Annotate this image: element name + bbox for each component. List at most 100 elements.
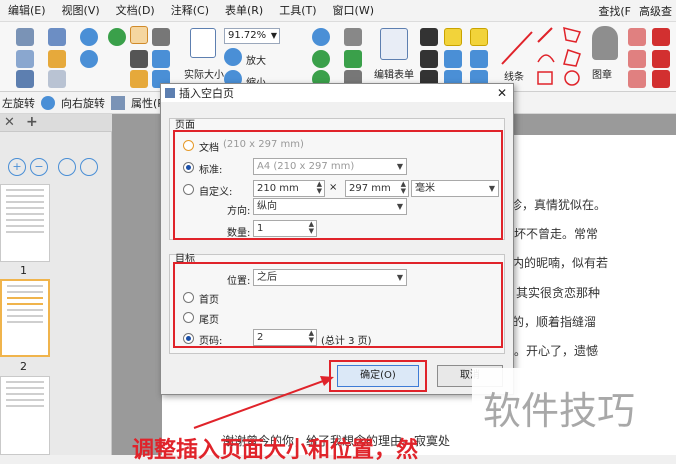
thumbnail-panel: ✕ + + − 1 2: [0, 114, 112, 455]
mail-icon[interactable]: [48, 28, 66, 46]
chevron-down-icon[interactable]: ▼: [397, 159, 403, 174]
print-icon[interactable]: [16, 50, 34, 68]
chevron-down-icon[interactable]: ▼: [397, 270, 403, 285]
edit-form-label[interactable]: 编辑表单: [374, 66, 414, 81]
cloud-icon[interactable]: [652, 50, 670, 68]
measure-icon[interactable]: [652, 70, 670, 88]
eraser-icon[interactable]: [628, 50, 646, 68]
actual-size-icon[interactable]: [190, 28, 216, 58]
menu-document[interactable]: 文档(D): [108, 0, 163, 22]
polygon-icon[interactable]: [628, 70, 646, 88]
chevron-down-icon[interactable]: ▼: [397, 199, 403, 214]
close-icon[interactable]: ✕: [4, 115, 15, 130]
open-folder-icon[interactable]: [48, 50, 66, 68]
dialog-title: 插入空白页: [179, 87, 234, 100]
rotate-thumb-left-icon[interactable]: [58, 158, 76, 176]
shape-tools-icon[interactable]: [536, 26, 586, 88]
zoom-out-thumb-icon[interactable]: −: [30, 158, 48, 176]
rotate-right-button[interactable]: 向右旋转: [61, 95, 105, 111]
standard-radio[interactable]: [183, 162, 194, 173]
edit-form-icon[interactable]: [380, 28, 408, 60]
select-object-icon[interactable]: [130, 70, 148, 88]
position-value: 之后: [257, 272, 277, 283]
strikeout-icon[interactable]: [444, 50, 462, 68]
standard-select-value: A4 (210 x 297 mm): [257, 161, 355, 172]
standard-select[interactable]: A4 (210 x 297 mm) ▼: [253, 158, 407, 175]
ok-button[interactable]: 确定(O): [337, 365, 419, 387]
first-page-radio[interactable]: [183, 292, 194, 303]
stamp-label[interactable]: 图章: [592, 66, 612, 81]
note-icon[interactable]: [470, 28, 488, 46]
rotate-left-button[interactable]: 左旋转: [2, 95, 35, 111]
text-select-icon[interactable]: [130, 50, 148, 68]
thumbnail-page-1[interactable]: [0, 184, 50, 262]
width-input[interactable]: 210 mm ▲ ▼: [253, 180, 325, 197]
page-number-radio[interactable]: [183, 333, 194, 344]
rotate-thumb-right-icon[interactable]: [80, 158, 98, 176]
pencil-icon[interactable]: [628, 28, 646, 46]
highlight-text-icon[interactable]: [444, 28, 462, 46]
menu-form[interactable]: 表单(R): [217, 0, 271, 22]
count-input[interactable]: 1 ▲ ▼: [253, 220, 317, 237]
redo-icon[interactable]: [80, 50, 98, 68]
doc-size-radio[interactable]: [183, 140, 194, 151]
hand-tool-icon[interactable]: [130, 26, 148, 44]
undo-icon[interactable]: [80, 28, 98, 46]
thumbnail-page-2[interactable]: [0, 279, 50, 357]
page-number-spinner-icon[interactable]: ▲ ▼: [309, 330, 314, 344]
unit-select[interactable]: 毫米 ▼: [411, 180, 499, 197]
last-page-radio[interactable]: [183, 312, 194, 323]
doc-line-5: 的，顺着指缝溜: [512, 315, 597, 329]
camera-icon[interactable]: [152, 28, 170, 46]
menu-edit[interactable]: 编辑(E): [0, 0, 54, 22]
close-icon[interactable]: ✕: [497, 86, 507, 100]
height-input[interactable]: 297 mm ▲ ▼: [345, 180, 409, 197]
stamp-icon[interactable]: [592, 26, 618, 60]
search-icon[interactable]: [312, 28, 330, 46]
screen-icon[interactable]: [16, 70, 34, 88]
advanced-find-button[interactable]: 高级查: [639, 3, 672, 19]
find-button[interactable]: 查找(F: [598, 3, 631, 19]
menu-view[interactable]: 视图(V): [54, 0, 108, 22]
count-spinner-icon[interactable]: ▲ ▼: [309, 221, 314, 235]
attach-icon[interactable]: [470, 50, 488, 68]
actual-size-label[interactable]: 实际大小: [184, 66, 224, 81]
custom-radio[interactable]: [183, 184, 194, 195]
line-label[interactable]: 线条: [504, 68, 524, 83]
back-icon[interactable]: [108, 28, 126, 46]
watermark-text: 软件技巧: [483, 389, 636, 433]
menu-window[interactable]: 窗口(W): [325, 0, 382, 22]
zoom-in-label[interactable]: 放大: [246, 52, 266, 67]
position-select[interactable]: 之后 ▼: [253, 269, 407, 286]
add-tab-icon[interactable]: +: [26, 114, 38, 130]
menu-tools[interactable]: 工具(T): [271, 0, 324, 22]
menu-comment[interactable]: 注释(C): [163, 0, 217, 22]
doc-line-2: 坏不曾走。常常: [514, 227, 599, 241]
area-highlight-icon[interactable]: [652, 28, 670, 46]
width-spinner-icon[interactable]: ▲ ▼: [317, 181, 322, 195]
total-pages-text: (总计 3 页): [321, 336, 372, 347]
save-icon[interactable]: [16, 28, 34, 46]
add-text-icon[interactable]: [344, 50, 362, 68]
orientation-select[interactable]: 纵向 ▼: [253, 198, 407, 215]
image-icon[interactable]: [344, 28, 362, 46]
zoom-in-icon[interactable]: [224, 48, 242, 66]
chevron-down-icon[interactable]: ▼: [489, 181, 495, 196]
export-icon[interactable]: [48, 70, 66, 88]
line-tool-icon[interactable]: [500, 30, 534, 66]
zoom-in-thumb-icon[interactable]: +: [8, 158, 26, 176]
height-spinner-icon[interactable]: ▲ ▼: [401, 181, 406, 195]
thumbnail-page-3[interactable]: [0, 376, 50, 455]
forward-icon[interactable]: [152, 50, 170, 68]
textbox-icon[interactable]: [420, 50, 438, 68]
dialog-titlebar: 插入空白页 ✕: [161, 84, 513, 102]
page-group-title: 页面: [175, 120, 195, 131]
rotate-icon[interactable]: [312, 50, 330, 68]
zoom-input[interactable]: 91.72% ▼: [224, 28, 280, 44]
chevron-down-icon[interactable]: ▼: [271, 29, 277, 43]
height-value: 297 mm: [349, 183, 391, 194]
properties-icon[interactable]: [111, 95, 125, 110]
rotate-right-icon[interactable]: [41, 95, 55, 110]
page-number-input[interactable]: 2 ▲ ▼: [253, 329, 317, 346]
typewriter-icon[interactable]: [420, 28, 438, 46]
